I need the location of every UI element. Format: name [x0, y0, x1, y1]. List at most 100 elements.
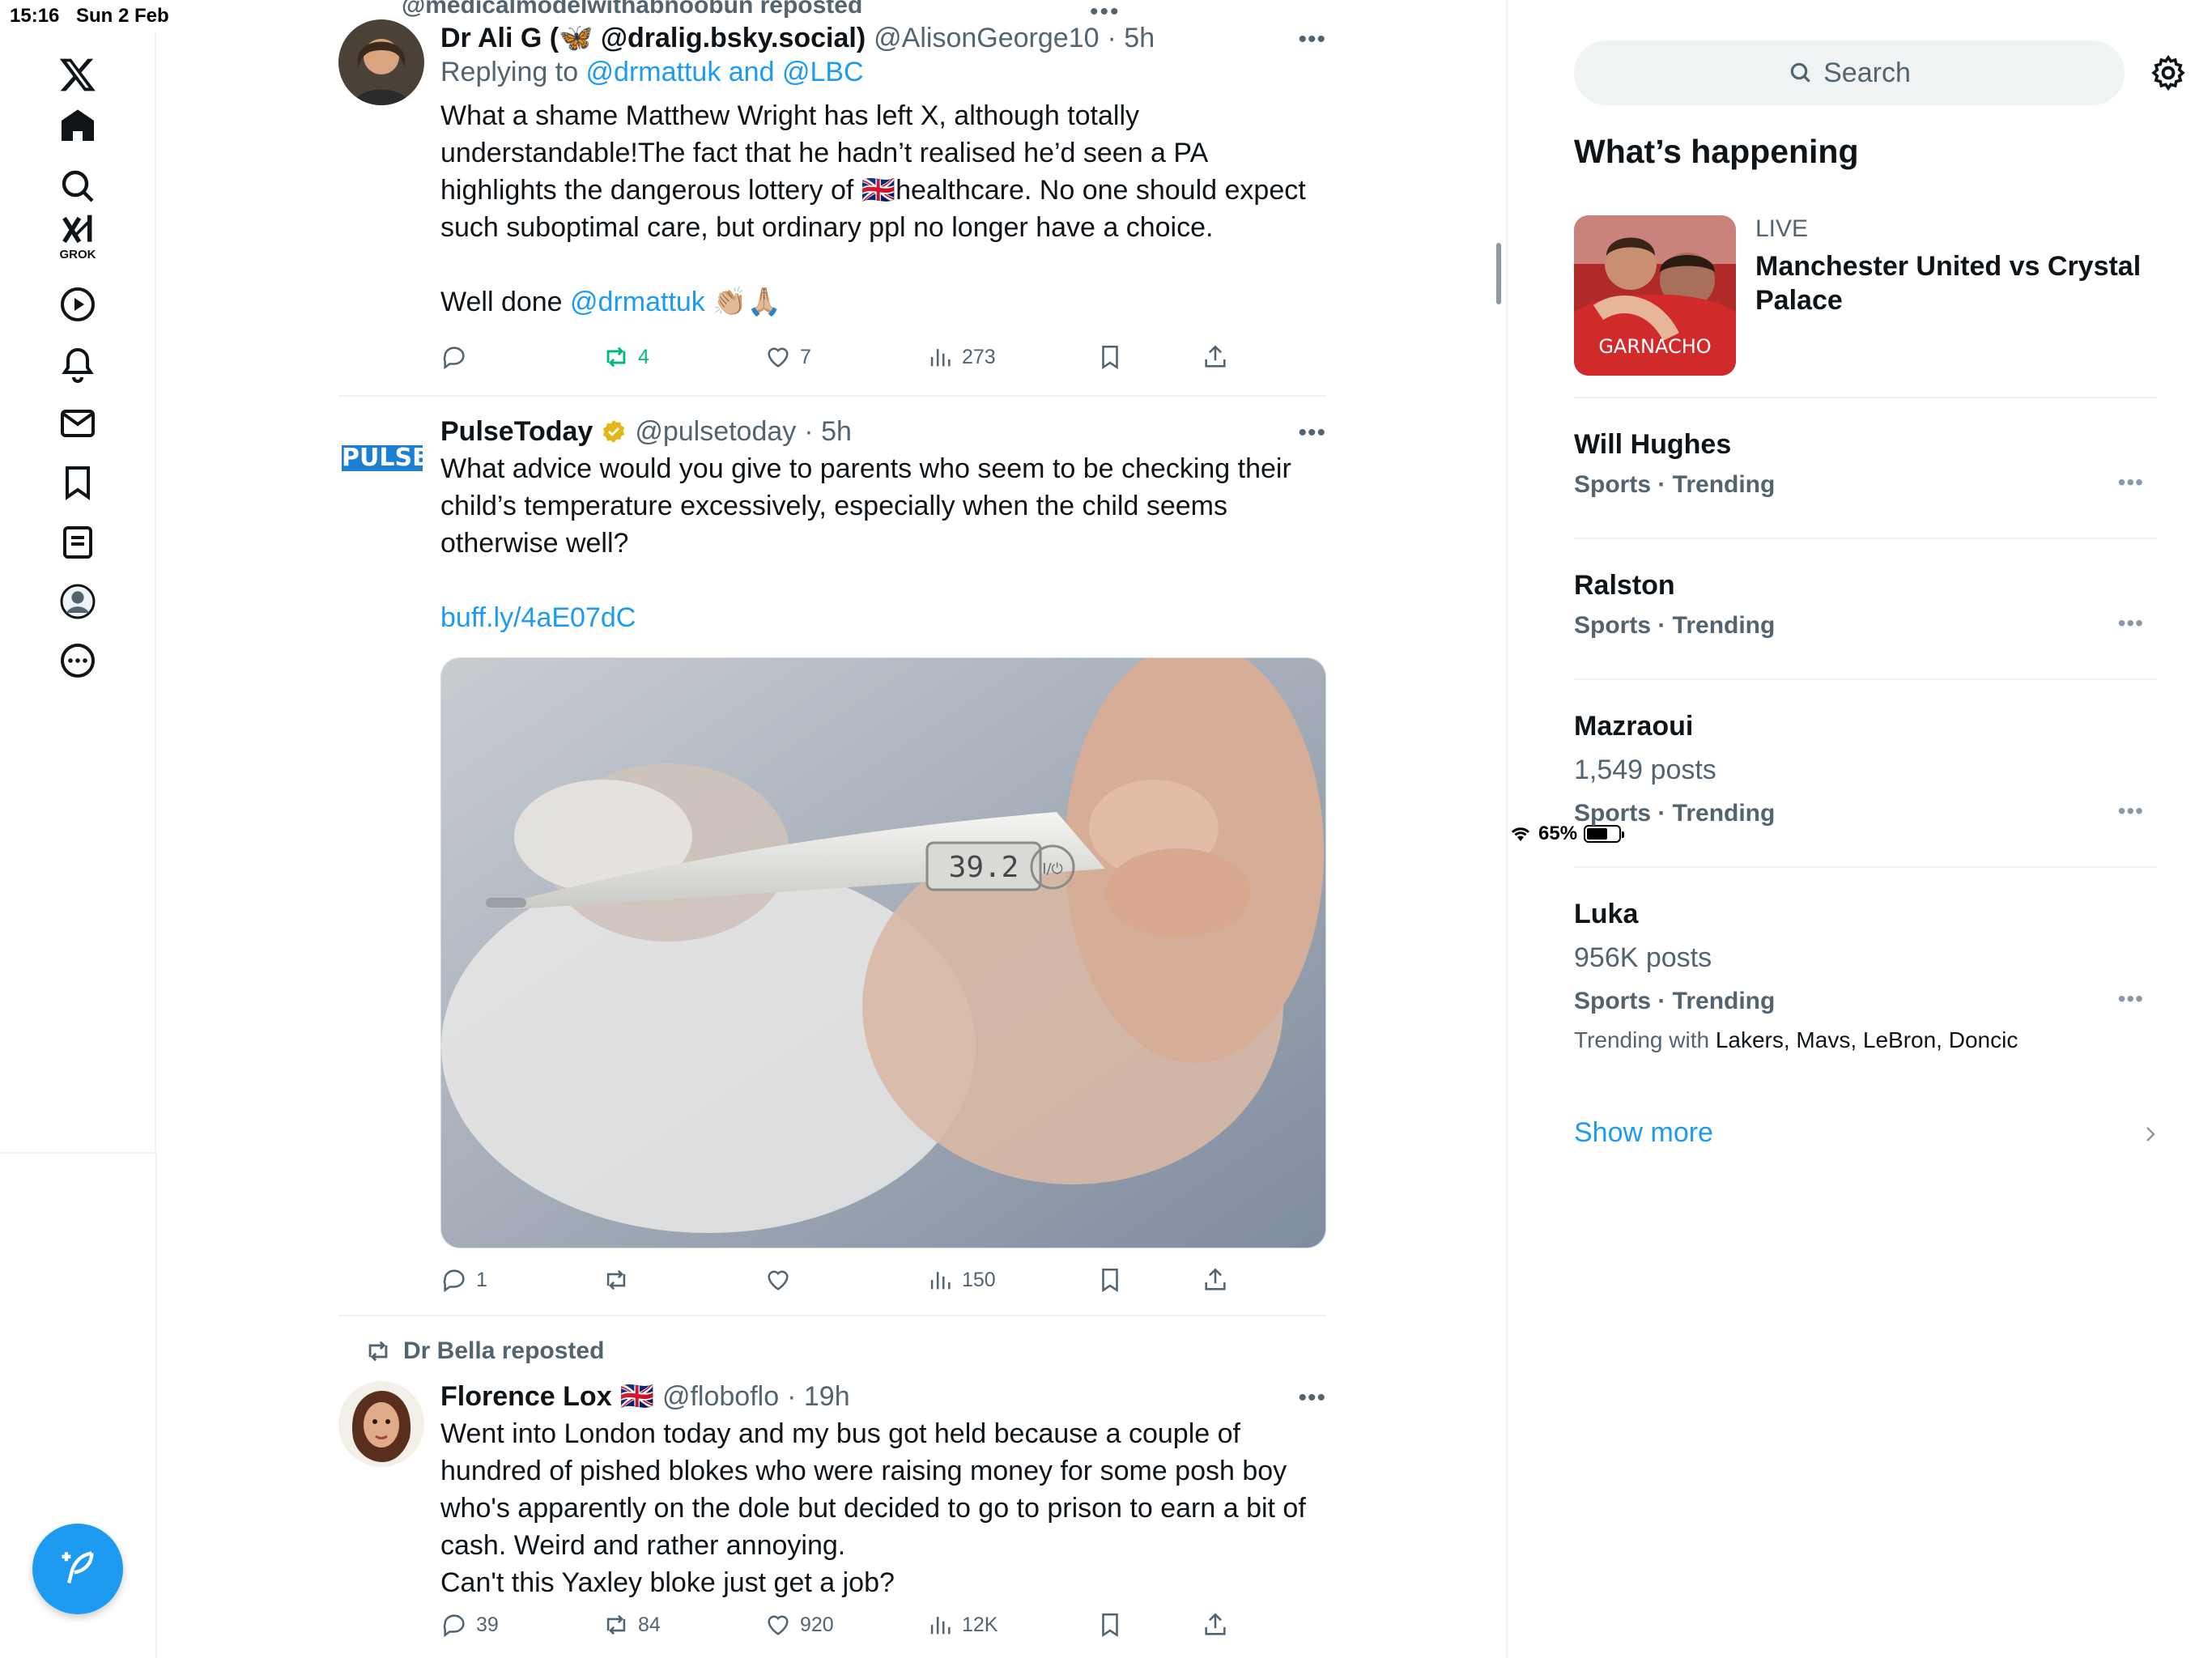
post-link[interactable]: buff.ly/4aE07dC	[440, 599, 1326, 636]
nav-divider	[0, 1152, 156, 1154]
author-avatar[interactable]: PULSE	[338, 413, 424, 499]
repost-icon	[606, 1614, 626, 1635]
compose-post-button[interactable]	[32, 1524, 123, 1614]
explore-search-icon[interactable]	[52, 160, 104, 212]
post-pulsetoday[interactable]: PULSE PulseToday @pulsetoday · 5h ••• Wh…	[338, 413, 1326, 1303]
messages-envelope-icon[interactable]	[52, 397, 104, 449]
share-button[interactable]	[1202, 1266, 1229, 1294]
author-avatar[interactable]	[338, 19, 424, 105]
post-dr-ali-g[interactable]: Dr Ali G (🦋 @dralig.bsky.social) @Alison…	[338, 19, 1326, 385]
views-button[interactable]: 150	[926, 1266, 996, 1294]
status-date: Sun 2 Feb	[76, 5, 169, 27]
like-count: 920	[800, 1613, 834, 1636]
heart-icon	[768, 1615, 789, 1635]
like-count: 7	[800, 345, 811, 368]
post-header: PulseToday @pulsetoday · 5h	[440, 413, 1326, 450]
post-more-icon[interactable]: •••	[1298, 419, 1326, 447]
emoji-text: 👏🏼🙏🏼	[704, 287, 781, 317]
trend-meta: Sports · Trending	[1574, 471, 1776, 498]
trend-divider	[1574, 397, 2157, 398]
share-button[interactable]	[1202, 1611, 1229, 1639]
mention-link[interactable]: @drmattuk	[570, 287, 705, 317]
bookmark-button[interactable]	[1096, 1611, 1124, 1639]
author-name[interactable]: PulseToday	[440, 416, 593, 448]
post-divider	[338, 395, 1326, 397]
like-button[interactable]: 7	[764, 343, 811, 371]
repost-button[interactable]	[602, 1266, 638, 1294]
bookmark-button[interactable]	[1096, 343, 1124, 371]
lists-icon[interactable]	[52, 517, 104, 568]
post-text: What advice would you give to parents wh…	[440, 453, 1291, 559]
share-icon	[1205, 345, 1226, 368]
post-more-icon[interactable]: •••	[1298, 26, 1326, 53]
repost-icon	[606, 1269, 626, 1290]
post-header: Dr Ali G (🦋 @dralig.bsky.social) @Alison…	[440, 19, 1326, 57]
repost-button[interactable]: 84	[602, 1611, 661, 1639]
home-icon[interactable]	[52, 100, 104, 152]
notifications-bell-icon[interactable]	[52, 338, 104, 390]
post-header: Florence Lox 🇬🇧 @floboflo · 19h	[440, 1378, 1326, 1415]
repost-button[interactable]: 4	[602, 343, 649, 371]
bookmark-button[interactable]	[1096, 1266, 1124, 1294]
repost-context[interactable]: Dr Bella reposted	[368, 1337, 604, 1365]
show-more-link[interactable]: Show more	[1574, 1117, 1713, 1149]
post-time[interactable]: · 5h	[1108, 23, 1155, 54]
replying-mentions[interactable]: @drmattuk and @LBC	[586, 57, 864, 87]
repost-icon	[606, 346, 626, 368]
left-navigation: GROK	[0, 32, 156, 1154]
author-name[interactable]: Florence Lox	[440, 1381, 612, 1413]
replying-prefix: Replying to	[440, 57, 586, 87]
views-button[interactable]: 273	[926, 343, 996, 371]
profile-avatar-icon[interactable]	[52, 576, 104, 627]
bookmark-icon	[1102, 1613, 1118, 1638]
shirt-name: GARNACHO	[1598, 335, 1711, 358]
chevron-right-icon[interactable]	[2141, 1122, 2160, 1146]
feed-scrollbar[interactable]	[1496, 243, 1501, 304]
live-event-card[interactable]: GARNACHO LIVE Manchester United vs Cryst…	[1574, 215, 2157, 377]
live-label: LIVE	[1755, 215, 1809, 242]
trend-more-icon[interactable]: •••	[2118, 610, 2144, 636]
author-handle[interactable]: @pulsetoday	[635, 416, 796, 448]
reply-button[interactable]: 1	[440, 1266, 487, 1294]
author-avatar[interactable]	[338, 1381, 424, 1467]
reply-icon	[443, 1614, 465, 1638]
trend-ralston[interactable]: Ralston Sports · Trending •••	[1574, 565, 2157, 646]
trend-mazraoui[interactable]: Mazraoui 1,549 posts Sports · Trending •…	[1574, 706, 2157, 834]
trend-divider	[1574, 538, 2157, 539]
more-options-circle-icon[interactable]	[52, 635, 104, 687]
post-time[interactable]: · 19h	[787, 1381, 850, 1413]
trend-more-icon[interactable]: •••	[2118, 986, 2144, 1012]
repost-count: 84	[638, 1613, 661, 1636]
post-florence-lox[interactable]: Florence Lox 🇬🇧 @floboflo · 19h ••• Went…	[338, 1378, 1326, 1658]
author-handle[interactable]: @floboflo	[662, 1381, 779, 1413]
post-image-thermometer[interactable]: 39.2 I/⏻	[440, 657, 1326, 1248]
post-more-icon[interactable]: •••	[1298, 1384, 1326, 1412]
post-time[interactable]: · 5h	[804, 416, 852, 448]
trend-more-icon[interactable]: •••	[2118, 470, 2144, 495]
view-count: 150	[962, 1268, 996, 1291]
reply-button[interactable]: 39	[440, 1611, 499, 1639]
author-handle[interactable]: @AlisonGeorge10	[874, 23, 1099, 54]
trend-more-icon[interactable]: •••	[2118, 798, 2144, 824]
like-button[interactable]	[764, 1266, 800, 1294]
verified-badge-icon	[603, 420, 625, 443]
share-icon	[1205, 1613, 1226, 1635]
trend-will-hughes[interactable]: Will Hughes Sports · Trending •••	[1574, 424, 2157, 505]
author-name[interactable]: Dr Ali G (🦋 @dralig.bsky.social)	[440, 22, 866, 54]
share-button[interactable]	[1202, 343, 1229, 371]
top-handle-dots: •••	[1090, 0, 1121, 25]
video-play-icon[interactable]	[52, 278, 104, 330]
trending-with-terms[interactable]: Lakers, Mavs, LeBron, Doncic	[1716, 1027, 2018, 1052]
x-logo-icon[interactable]	[52, 49, 104, 100]
like-button[interactable]: 920	[764, 1611, 834, 1639]
view-count: 273	[962, 345, 996, 368]
repost-icon	[368, 1341, 388, 1362]
grok-icon[interactable]: GROK	[52, 212, 104, 280]
views-button[interactable]: 12K	[926, 1611, 998, 1639]
search-input[interactable]: Search	[1574, 40, 2125, 105]
compose-feather-icon	[62, 1551, 94, 1584]
trend-luka[interactable]: Luka 956K posts Sports · Trending Trendi…	[1574, 894, 2157, 1059]
reply-button[interactable]	[440, 343, 476, 371]
bookmarks-icon[interactable]	[52, 457, 104, 508]
settings-gear-icon[interactable]	[2149, 53, 2188, 92]
